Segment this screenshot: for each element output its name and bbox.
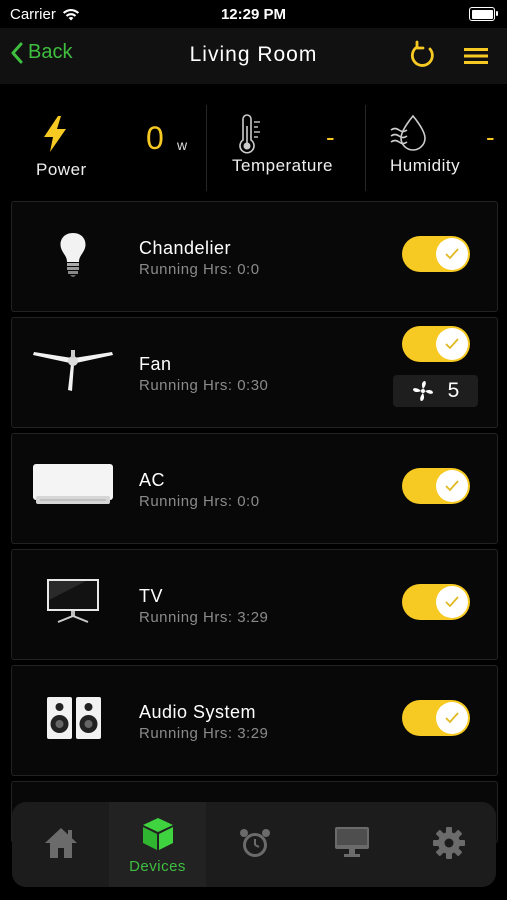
air-conditioner-icon xyxy=(33,464,113,504)
device-card-audio-system[interactable]: Audio System Running Hrs: 3:29 xyxy=(11,665,498,776)
clock: 12:29 PM xyxy=(220,6,287,23)
power-unit: w xyxy=(177,137,188,153)
device-name: Fan xyxy=(139,354,172,374)
ceiling-fan-icon xyxy=(33,350,113,391)
tab-home[interactable] xyxy=(12,802,109,887)
device-card-ac[interactable]: AC Running Hrs: 0:0 xyxy=(11,433,498,544)
tab-bar: Devices xyxy=(12,802,496,887)
device-name: TV xyxy=(139,586,164,606)
speakers-icon xyxy=(47,697,101,739)
power-toggle[interactable] xyxy=(402,700,470,736)
tab-alarms[interactable] xyxy=(206,802,303,887)
battery-icon xyxy=(469,7,498,21)
light-bulb-icon xyxy=(60,233,86,277)
stats-divider xyxy=(365,105,366,191)
gear-icon xyxy=(432,827,465,859)
temperature-value: - xyxy=(326,122,335,152)
humidity-icon xyxy=(390,114,426,151)
fan-icon xyxy=(412,381,433,401)
status-bar: Carrier 12:29 PM xyxy=(0,0,507,28)
power-toggle[interactable] xyxy=(402,236,470,272)
tab-settings[interactable] xyxy=(400,802,497,887)
power-toggle[interactable] xyxy=(402,326,470,362)
humidity-label: Humidity xyxy=(390,156,461,175)
refresh-icon[interactable] xyxy=(408,40,438,70)
fan-speed-value: 5 xyxy=(447,379,460,402)
device-running-hours: Running Hrs: 0:30 xyxy=(139,377,269,394)
power-value: 0 xyxy=(146,120,164,156)
checkmark-icon xyxy=(436,702,468,734)
humidity-value: - xyxy=(486,122,495,152)
thermometer-icon xyxy=(239,114,260,154)
stats-divider xyxy=(206,105,207,191)
power-toggle[interactable] xyxy=(402,468,470,504)
tab-devices[interactable]: Devices xyxy=(109,802,206,887)
device-card-chandelier[interactable]: Chandelier Running Hrs: 0:0 xyxy=(11,201,498,312)
device-name: Audio System xyxy=(139,702,257,722)
cube-icon xyxy=(142,818,173,850)
stats-row: Power 0 w Temperature - Humidity - xyxy=(0,100,507,192)
power-toggle[interactable] xyxy=(402,584,470,620)
device-card-tv[interactable]: TV Running Hrs: 3:29 xyxy=(11,549,498,660)
device-running-hours: Running Hrs: 3:29 xyxy=(139,609,269,626)
nav-bar: Back Living Room xyxy=(0,28,507,84)
alarm-clock-icon xyxy=(239,829,270,857)
device-name: Chandelier xyxy=(139,238,232,258)
device-running-hours: Running Hrs: 0:0 xyxy=(139,493,260,510)
tv-icon xyxy=(47,579,99,623)
device-card-fan[interactable]: Fan Running Hrs: 0:30 5 xyxy=(11,317,498,428)
checkmark-icon xyxy=(436,586,468,618)
device-running-hours: Running Hrs: 0:0 xyxy=(139,261,260,278)
monitor-icon xyxy=(334,827,369,857)
checkmark-icon xyxy=(436,238,468,270)
tab-screens[interactable] xyxy=(303,802,400,887)
device-running-hours: Running Hrs: 3:29 xyxy=(139,725,269,742)
device-name: AC xyxy=(139,470,166,490)
checkmark-icon xyxy=(436,328,468,360)
lightning-icon xyxy=(44,116,66,152)
tab-devices-label: Devices xyxy=(129,858,186,875)
temperature-label: Temperature xyxy=(232,156,333,175)
home-icon xyxy=(44,828,77,858)
fan-speed-control[interactable]: 5 xyxy=(393,375,478,407)
menu-icon[interactable] xyxy=(462,45,490,67)
power-label: Power xyxy=(36,160,87,179)
checkmark-icon xyxy=(436,470,468,502)
